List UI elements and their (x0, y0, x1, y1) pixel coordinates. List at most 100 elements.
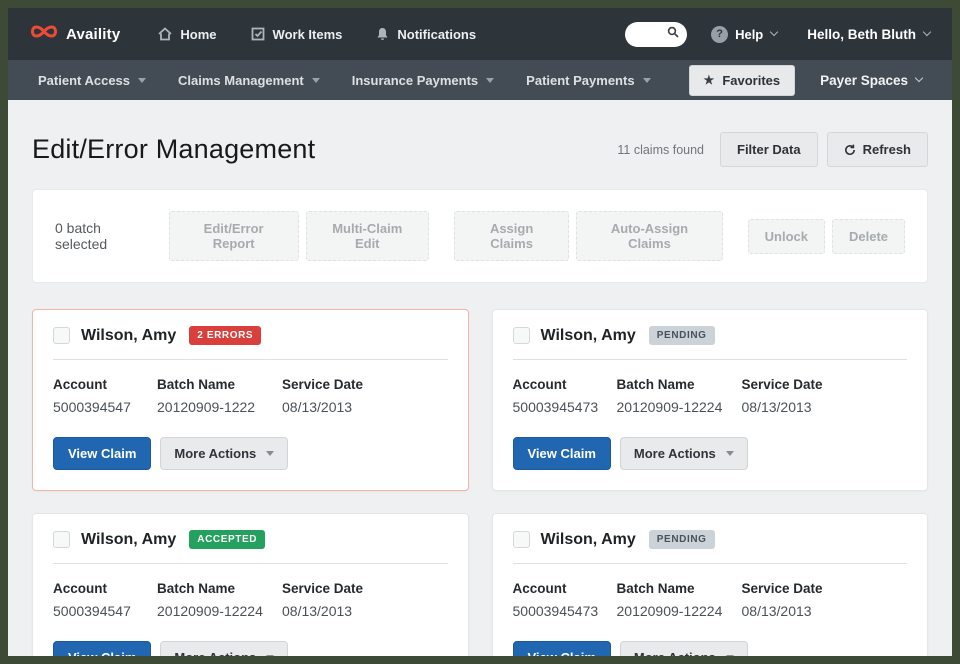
help-menu[interactable]: ? Help (711, 25, 779, 43)
account-value: 50003945473 (512, 603, 599, 619)
caret-down-icon (642, 77, 651, 83)
claim-checkbox[interactable] (512, 531, 530, 548)
batch-name-value: 20120909-12224 (616, 603, 723, 619)
multi-claim-edit-button[interactable]: Multi-Claim Edit (305, 211, 429, 261)
refresh-button[interactable]: Refresh (826, 132, 928, 167)
account-field: Account 5000394547 (53, 581, 157, 619)
more-actions-label: More Actions (174, 650, 256, 656)
card-divider (512, 359, 907, 360)
more-actions-button[interactable]: More Actions (160, 641, 289, 656)
subnav-item-patient-access[interactable]: Patient Access (38, 72, 147, 88)
service-date-label: Service Date (282, 377, 364, 392)
caret-down-icon (311, 77, 320, 83)
nav-item-home-label: Home (180, 26, 217, 42)
availity-logo[interactable]: Availity (30, 22, 120, 46)
batch-name-label: Batch Name (616, 581, 695, 596)
claim-card-header: Wilson, Amy 2 ERRORS (53, 326, 448, 345)
batch-name-field: Batch Name 20120909-12224 (617, 581, 742, 619)
batch-name-field: Batch Name 20120909-1222 (157, 377, 282, 415)
claim-checkbox[interactable] (53, 531, 70, 548)
card-divider (53, 359, 448, 360)
edit-error-report-button[interactable]: Edit/Error Report (168, 211, 299, 261)
status-badge: 2 ERRORS (189, 326, 262, 345)
claim-card-header: Wilson, Amy PENDING (512, 530, 908, 549)
help-label: Help (735, 26, 764, 42)
filter-data-button[interactable]: Filter Data (720, 132, 818, 167)
caret-down-icon (486, 77, 495, 83)
star-icon: ★ (703, 73, 715, 87)
chevron-down-icon (770, 27, 779, 37)
service-date-label: Service Date (741, 581, 823, 596)
claim-patient-name: Wilson, Amy (81, 530, 177, 548)
batch-name-value: 20120909-1222 (157, 399, 256, 415)
service-date-value: 08/13/2013 (282, 603, 353, 619)
view-claim-button[interactable]: View Claim (512, 641, 611, 656)
batch-name-field: Batch Name 20120909-12224 (617, 377, 742, 415)
favorites-button[interactable]: ★ Favorites (688, 64, 796, 96)
claim-card: Wilson, Amy ACCEPTED Account 5000394547 … (32, 513, 469, 656)
refresh-label: Refresh (862, 142, 911, 157)
claim-fields: Account 50003945473 Batch Name 20120909-… (513, 377, 908, 415)
more-actions-button[interactable]: More Actions (619, 641, 748, 656)
more-actions-label: More Actions (634, 650, 716, 656)
view-claim-button[interactable]: View Claim (53, 437, 152, 470)
chevron-down-icon (914, 73, 924, 83)
account-label: Account (53, 377, 107, 392)
claims-count: 11 claims found (617, 142, 704, 157)
nav-item-notifications[interactable]: Notifications (376, 27, 476, 42)
delete-button[interactable]: Delete (831, 218, 906, 254)
more-actions-button[interactable]: More Actions (619, 437, 748, 470)
claim-card: Wilson, Amy 2 ERRORS Account 5000394547 … (32, 309, 469, 491)
status-badge: ACCEPTED (189, 530, 266, 549)
service-date-field: Service Date 08/13/2013 (282, 581, 363, 619)
service-date-value: 08/13/2013 (741, 603, 812, 619)
view-claim-button[interactable]: View Claim (512, 437, 611, 470)
refresh-icon (844, 144, 856, 156)
claim-actions: View Claim More Actions (53, 437, 448, 470)
subnav-item-claims-management[interactable]: Claims Management (178, 73, 320, 88)
subnav-item-label: Insurance Payments (351, 72, 479, 88)
topnav-right: ? Help Hello, Beth Bluth (625, 21, 932, 47)
user-menu[interactable]: Hello, Beth Bluth (807, 27, 932, 42)
account-field: Account 50003945473 (513, 377, 617, 415)
help-icon: ? (711, 25, 729, 43)
claim-checkbox[interactable] (512, 327, 530, 344)
claim-checkbox[interactable] (53, 327, 70, 344)
auto-assign-claims-button[interactable]: Auto-Assign Claims (576, 211, 723, 261)
nav-item-home[interactable]: Home (158, 26, 217, 42)
claim-patient-name: Wilson, Amy (540, 326, 636, 344)
subnav-item-label: Patient Payments (526, 72, 635, 88)
home-icon (158, 27, 173, 41)
caret-down-icon (725, 451, 734, 456)
page-header: Edit/Error Management 11 claims found Fi… (32, 132, 928, 167)
nav-item-work-items-label: Work Items (272, 26, 343, 42)
nav-item-work-items[interactable]: Work Items (251, 26, 343, 42)
nav-item-notifications-label: Notifications (397, 26, 477, 42)
subnav-item-label: Patient Access (38, 72, 131, 88)
claim-actions: View Claim More Actions (512, 437, 908, 470)
search-input[interactable] (635, 28, 668, 40)
claim-card: Wilson, Amy PENDING Account 50003945473 … (491, 513, 928, 656)
service-date-field: Service Date 08/13/2013 (742, 581, 823, 619)
payer-spaces-menu[interactable]: Payer Spaces (820, 73, 924, 88)
subnav-item-insurance-payments[interactable]: Insurance Payments (351, 72, 495, 88)
account-label: Account (512, 581, 567, 596)
search-icon[interactable] (667, 25, 679, 43)
caret-down-icon (725, 655, 734, 656)
account-field: Account 50003945473 (513, 581, 617, 619)
assign-claims-button[interactable]: Assign Claims (453, 211, 570, 261)
claim-card-header: Wilson, Amy PENDING (512, 326, 908, 345)
app-window: Availity Home Work Items Notifications ?… (8, 8, 952, 656)
claim-card-header: Wilson, Amy ACCEPTED (53, 530, 448, 549)
card-divider (53, 563, 448, 564)
account-value: 50003945473 (512, 399, 599, 415)
filter-data-label: Filter Data (737, 142, 801, 157)
account-label: Account (53, 581, 107, 596)
service-date-value: 08/13/2013 (741, 399, 812, 415)
batch-name-value: 20120909-12224 (157, 603, 263, 619)
view-claim-button[interactable]: View Claim (53, 641, 152, 656)
search-pill[interactable] (625, 21, 688, 47)
subnav-item-patient-payments[interactable]: Patient Payments (526, 72, 651, 88)
more-actions-button[interactable]: More Actions (160, 437, 289, 470)
unlock-button[interactable]: Unlock (747, 218, 825, 254)
